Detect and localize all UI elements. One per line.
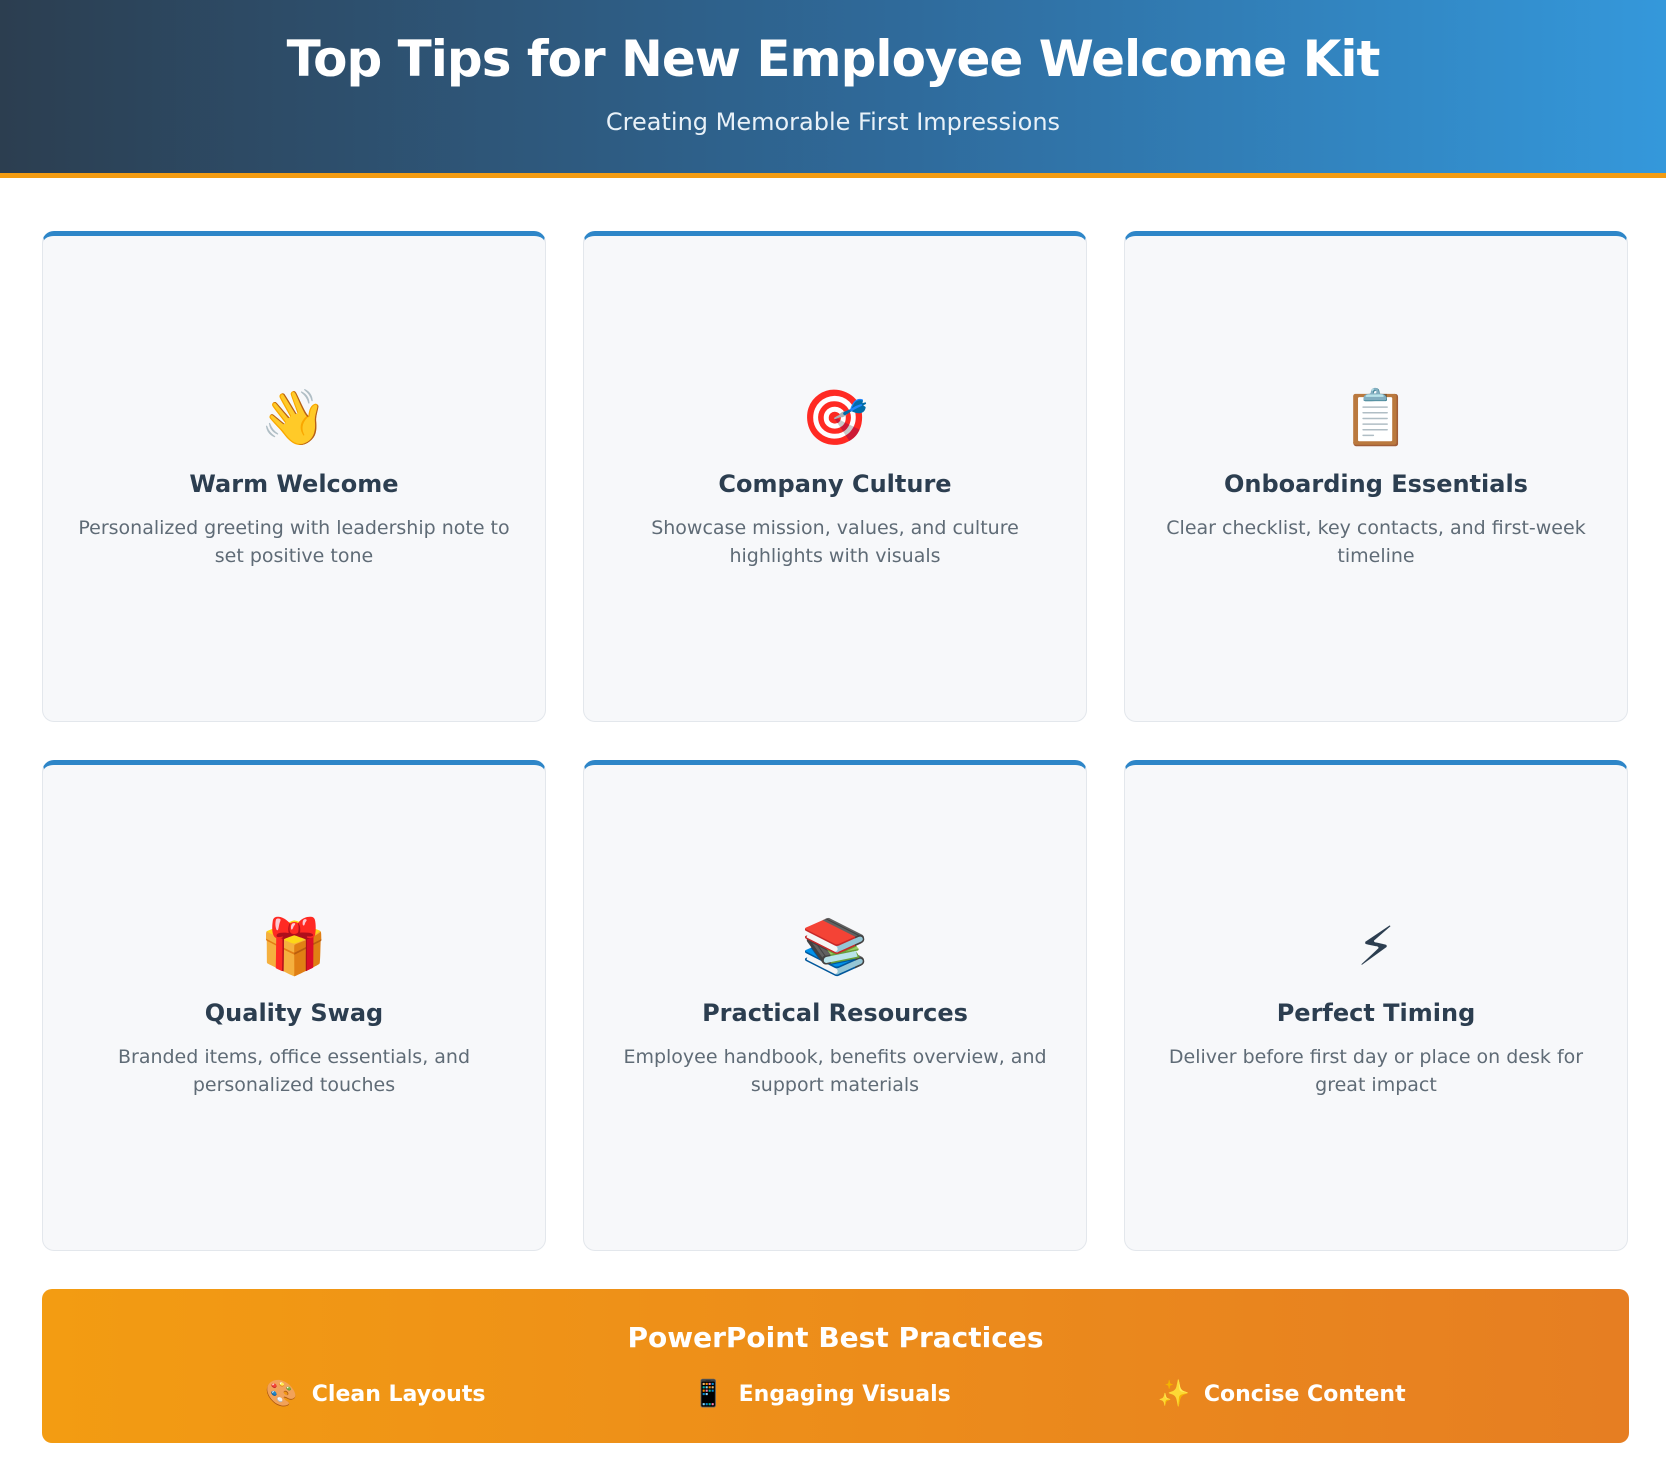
waving-hand-icon: 👋 [260, 385, 328, 449]
tip-card-title: Quality Swag [204, 998, 384, 1027]
tip-card-description: Personalized greeting with leadership no… [78, 516, 510, 567]
best-practices-banner: PowerPoint Best Practices 🎨 Clean Layout… [42, 1289, 1629, 1443]
practice-item-label: Engaging Visuals [738, 1381, 951, 1407]
practice-item-label: Concise Content [1203, 1381, 1406, 1407]
tip-card-warm-welcome: 👋 Warm Welcome Personalized greeting wit… [42, 231, 546, 722]
tip-card-onboarding-essentials: 📋 Onboarding Essentials Clear checklist,… [1124, 231, 1628, 722]
tip-card-title: Warm Welcome [189, 469, 399, 498]
best-practices-title: PowerPoint Best Practices [627, 1321, 1044, 1354]
tip-card-description: Clear checklist, key contacts, and first… [1166, 516, 1586, 567]
target-icon: 🎯 [801, 385, 869, 449]
tip-card-description: Employee handbook, benefits overview, an… [623, 1045, 1047, 1096]
tip-card-practical-resources: 📚 Practical Resources Employee handbook,… [583, 760, 1087, 1251]
tip-card-description: Deliver before first day or place on des… [1168, 1045, 1584, 1096]
practice-item-concise-content: ✨ Concise Content [1158, 1379, 1406, 1409]
page-title: Top Tips for New Employee Welcome Kit [286, 30, 1381, 88]
clipboard-icon: 📋 [1342, 385, 1410, 449]
practice-item-engaging-visuals: 📱 Engaging Visuals [692, 1379, 950, 1409]
gift-icon: 🎁 [260, 914, 328, 978]
best-practices-list: 🎨 Clean Layouts 📱 Engaging Visuals ✨ Con… [42, 1379, 1629, 1409]
sparkles-icon: ✨ [1157, 1379, 1190, 1409]
tip-card-perfect-timing: ⚡ Perfect Timing Deliver before first da… [1124, 760, 1628, 1251]
books-icon: 📚 [801, 914, 869, 978]
tip-card-description: Branded items, office essentials, and pe… [117, 1045, 471, 1096]
tips-grid: 👋 Warm Welcome Personalized greeting wit… [42, 231, 1629, 1251]
mobile-phone-icon: 📱 [692, 1379, 725, 1409]
tip-card-quality-swag: 🎁 Quality Swag Branded items, office ess… [42, 760, 546, 1251]
practice-item-clean-layouts: 🎨 Clean Layouts [265, 1379, 485, 1409]
lightning-icon: ⚡ [1357, 914, 1395, 978]
tip-card-company-culture: 🎯 Company Culture Showcase mission, valu… [583, 231, 1087, 722]
tip-card-description: Showcase mission, values, and culture hi… [651, 516, 1019, 567]
page-subtitle: Creating Memorable First Impressions [605, 108, 1061, 136]
palette-icon: 🎨 [265, 1379, 298, 1409]
header-banner: Top Tips for New Employee Welcome Kit Cr… [0, 0, 1666, 178]
tip-card-title: Onboarding Essentials [1224, 469, 1528, 498]
practice-item-label: Clean Layouts [311, 1381, 486, 1407]
tip-card-title: Company Culture [718, 469, 952, 498]
tip-card-title: Practical Resources [702, 998, 968, 1027]
tip-card-title: Perfect Timing [1276, 998, 1476, 1027]
